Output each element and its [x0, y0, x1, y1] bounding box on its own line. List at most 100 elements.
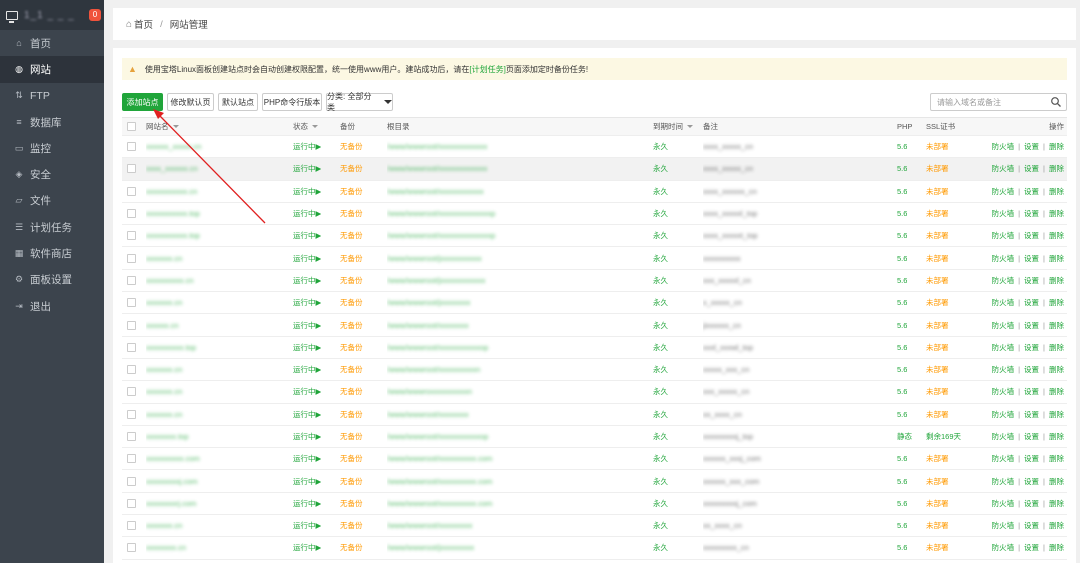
row-checkbox[interactable] — [127, 359, 136, 380]
settings-link[interactable]: 设置 — [1024, 476, 1039, 487]
sidebar-item-9[interactable]: ⚙ 面板设置 — [0, 267, 104, 293]
site-php[interactable]: 5.6 — [897, 225, 907, 246]
site-name-link[interactable]: xxxxxxx.cn — [146, 381, 286, 402]
site-name-link[interactable]: xxxxxxxxxx.cn — [146, 270, 286, 291]
site-remark-cell[interactable]: xxxxxx_xxxj_com — [703, 448, 893, 469]
firewall-link[interactable]: 防火墙 — [992, 498, 1015, 509]
firewall-link[interactable]: 防火墙 — [992, 230, 1015, 241]
site-status[interactable]: 运行中▶ — [293, 404, 321, 425]
delete-link[interactable]: 删除 — [1049, 498, 1064, 509]
site-backup[interactable]: 无备份 — [340, 493, 363, 514]
site-remark-cell[interactable]: xx_xxxx_cn — [703, 404, 893, 425]
count-badge[interactable]: 0 — [89, 9, 101, 21]
site-php[interactable]: 5.6 — [897, 515, 907, 536]
delete-link[interactable]: 删除 — [1049, 542, 1064, 553]
row-checkbox[interactable] — [127, 426, 136, 447]
site-php[interactable]: 5.6 — [897, 270, 907, 291]
site-status[interactable]: 运行中▶ — [293, 292, 321, 313]
site-status[interactable]: 运行中▶ — [293, 203, 321, 224]
site-expire[interactable]: 永久 — [653, 537, 668, 558]
site-root-link[interactable]: /www/wwwroot/jxxxxxxxxx — [387, 537, 647, 558]
site-backup[interactable]: 无备份 — [340, 381, 363, 402]
category-select[interactable]: 分类: 全部分类 — [326, 92, 393, 112]
site-expire[interactable]: 永久 — [653, 314, 668, 335]
site-expire[interactable]: 永久 — [653, 337, 668, 358]
settings-link[interactable]: 设置 — [1024, 253, 1039, 264]
settings-link[interactable]: 设置 — [1024, 364, 1039, 375]
site-status[interactable]: 运行中▶ — [293, 158, 321, 179]
site-status[interactable]: 运行中▶ — [293, 493, 321, 514]
site-ssl[interactable]: 未部署 — [926, 337, 949, 358]
site-php[interactable]: 5.6 — [897, 493, 907, 514]
row-checkbox[interactable] — [127, 136, 136, 157]
site-remark-cell[interactable]: xxxxxxxxxj_com — [703, 493, 893, 514]
site-name-link[interactable]: xxxxxxxxxj.com — [146, 470, 286, 491]
site-php[interactable]: 5.6 — [897, 292, 907, 313]
site-expire[interactable]: 永久 — [653, 136, 668, 157]
delete-link[interactable]: 删除 — [1049, 275, 1064, 286]
site-php[interactable]: 5.6 — [897, 136, 907, 157]
site-php[interactable]: 5.6 — [897, 314, 907, 335]
firewall-link[interactable]: 防火墙 — [992, 320, 1015, 331]
site-name-link[interactable]: xxxxxxx.cn — [146, 515, 286, 536]
site-root-link[interactable]: /www/wwwroot/jxxxxxxxx — [387, 292, 647, 313]
site-ssl[interactable]: 未部署 — [926, 381, 949, 402]
site-name-link[interactable]: xxxxxxxxxxx.cn — [146, 181, 286, 202]
site-php[interactable]: 5.6 — [897, 359, 907, 380]
site-root-link[interactable]: /www/wwwroot/xxxxxxxxxxxxx — [387, 136, 647, 157]
sidebar-item-2[interactable]: ⇅ FTP — [0, 83, 104, 109]
site-remark-cell[interactable]: xxxx_xxxxx_cn — [703, 158, 893, 179]
site-expire[interactable]: 永久 — [653, 381, 668, 402]
site-remark-cell[interactable]: x_xxxxx_cn — [703, 292, 893, 313]
delete-link[interactable]: 删除 — [1049, 386, 1064, 397]
site-expire[interactable]: 永久 — [653, 448, 668, 469]
sidebar-item-8[interactable]: ▦ 软件商店 — [0, 240, 104, 266]
site-backup[interactable]: 无备份 — [340, 359, 363, 380]
site-expire[interactable]: 永久 — [653, 203, 668, 224]
row-checkbox[interactable] — [127, 337, 136, 358]
firewall-link[interactable]: 防火墙 — [992, 208, 1015, 219]
site-status[interactable]: 运行中▶ — [293, 225, 321, 246]
sidebar-item-1[interactable]: ◍ 网站 — [0, 56, 104, 83]
site-expire[interactable]: 永久 — [653, 225, 668, 246]
settings-link[interactable]: 设置 — [1024, 520, 1039, 531]
sidebar-item-7[interactable]: ☰ 计划任务 — [0, 214, 104, 240]
site-backup[interactable]: 无备份 — [340, 247, 363, 268]
site-root-link[interactable]: /www/wwwroot/xxxxxxxxxx.com — [387, 470, 647, 491]
site-name-link[interactable]: xxxxxx_xxxxx.cn — [146, 136, 286, 157]
row-checkbox[interactable] — [127, 470, 136, 491]
site-expire[interactable]: 永久 — [653, 515, 668, 536]
site-remark-cell[interactable]: xxxxxxxxx_cn — [703, 537, 893, 558]
site-backup[interactable]: 无备份 — [340, 470, 363, 491]
site-status[interactable]: 运行中▶ — [293, 181, 321, 202]
php-cli-version-button[interactable]: PHP命令行版本 — [262, 93, 322, 111]
delete-link[interactable]: 删除 — [1049, 253, 1064, 264]
site-status[interactable]: 运行中▶ — [293, 537, 321, 558]
site-remark-cell[interactable]: xxxl_xxxwl_top — [703, 337, 893, 358]
site-status[interactable]: 运行中▶ — [293, 470, 321, 491]
site-root-link[interactable]: /www/wwwroot/jxxxxxxxxxxxx — [387, 270, 647, 291]
delete-link[interactable]: 删除 — [1049, 342, 1064, 353]
site-expire[interactable]: 永久 — [653, 404, 668, 425]
firewall-link[interactable]: 防火墙 — [992, 542, 1015, 553]
firewall-link[interactable]: 防火墙 — [992, 453, 1015, 464]
site-ssl[interactable]: 未部署 — [926, 158, 949, 179]
settings-link[interactable]: 设置 — [1024, 186, 1039, 197]
site-status[interactable]: 运行中▶ — [293, 426, 321, 447]
site-root-link[interactable]: /www/wwwroot/xxxxxxxx — [387, 314, 647, 335]
row-checkbox[interactable] — [127, 404, 136, 425]
site-remark-cell[interactable]: xxxxx_xxx_cn — [703, 359, 893, 380]
site-php[interactable]: 静态 — [897, 426, 912, 447]
delete-link[interactable]: 删除 — [1049, 297, 1064, 308]
sidebar-item-5[interactable]: ◈ 安全 — [0, 161, 104, 187]
site-backup[interactable]: 无备份 — [340, 270, 363, 291]
site-ssl[interactable]: 未部署 — [926, 493, 949, 514]
settings-link[interactable]: 设置 — [1024, 409, 1039, 420]
firewall-link[interactable]: 防火墙 — [992, 275, 1015, 286]
site-status[interactable]: 运行中▶ — [293, 381, 321, 402]
site-status[interactable]: 运行中▶ — [293, 136, 321, 157]
site-ssl[interactable]: 未部署 — [926, 537, 949, 558]
site-status[interactable]: 运行中▶ — [293, 448, 321, 469]
site-root-link[interactable]: /www/wwwroot/xxxxxxxxx — [387, 515, 647, 536]
delete-link[interactable]: 删除 — [1049, 431, 1064, 442]
